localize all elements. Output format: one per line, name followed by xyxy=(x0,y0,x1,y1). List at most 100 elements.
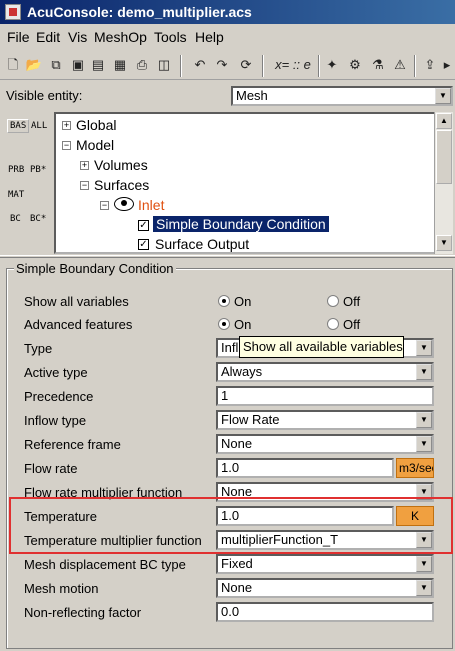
tree-node-global[interactable]: Global xyxy=(76,117,116,133)
archive-icon[interactable]: ▦ xyxy=(110,55,130,75)
collapse-global-icon[interactable]: + xyxy=(62,121,71,130)
show-all-variables-label: Show all variables xyxy=(24,294,129,309)
save-icon[interactable]: ▣ xyxy=(68,55,88,75)
scroll-up-icon[interactable]: ▲ xyxy=(436,113,452,129)
run-tool-icon[interactable]: ⚠ xyxy=(390,55,410,75)
mesh-motion-select[interactable]: None ▼ xyxy=(216,578,434,598)
surface-output-checkbox[interactable]: ✓ xyxy=(138,239,149,250)
collapse-surfaces-icon[interactable]: − xyxy=(80,181,89,190)
active-type-select[interactable]: Always ▼ xyxy=(216,362,434,382)
expression-icon[interactable]: x= :: e xyxy=(270,55,316,75)
tab-bc-star[interactable]: BC* xyxy=(30,214,46,224)
inflow-type-select[interactable]: Flow Rate ▼ xyxy=(216,410,434,430)
window-title: AcuConsole: demo_multiplier.acs xyxy=(27,4,252,20)
tree-node-surfaces[interactable]: Surfaces xyxy=(94,177,149,193)
toolbar-separator xyxy=(180,55,182,77)
show-all-off-radio[interactable] xyxy=(327,295,339,307)
solver-tool-icon[interactable]: ⚗ xyxy=(368,55,388,75)
tree-scrollbar[interactable]: ▲ ▼ xyxy=(434,112,453,254)
menu-meshop[interactable]: MeshOp xyxy=(94,29,147,45)
show-all-on-radio[interactable] xyxy=(218,295,230,307)
refresh-icon[interactable]: ⟳ xyxy=(236,55,256,75)
more-icon[interactable]: ▸ xyxy=(440,55,454,75)
mesh-displacement-select[interactable]: Fixed ▼ xyxy=(216,554,434,574)
window-icon[interactable]: ◫ xyxy=(154,55,174,75)
mesh-motion-label: Mesh motion xyxy=(24,581,99,596)
tab-bc[interactable]: BC xyxy=(10,214,21,224)
collapse-inlet-icon[interactable]: − xyxy=(100,201,109,210)
panel-title: Simple Boundary Condition xyxy=(14,261,176,276)
show-all-on-label[interactable]: On xyxy=(234,294,251,309)
menu-vis[interactable]: Vis xyxy=(68,29,87,45)
menu-help[interactable]: Help xyxy=(195,29,224,45)
chevron-down-icon[interactable]: ▼ xyxy=(416,580,432,596)
tab-all[interactable]: ALL xyxy=(31,121,47,131)
chevron-down-icon[interactable]: ▼ xyxy=(416,340,432,356)
show-all-off-label[interactable]: Off xyxy=(343,294,360,309)
flow-rate-input[interactable]: 1.0 xyxy=(216,458,394,478)
geometry-tool-icon[interactable]: ⚙ xyxy=(345,55,365,75)
scroll-down-icon[interactable]: ▼ xyxy=(436,235,452,251)
tree-node-surface-output[interactable]: Surface Output xyxy=(155,236,249,252)
tree-node-inlet[interactable]: Inlet xyxy=(138,197,164,213)
tab-pb-star[interactable]: PB* xyxy=(30,165,46,175)
menu-tools[interactable]: Tools xyxy=(154,29,187,45)
visible-entity-select[interactable]: Mesh ▼ xyxy=(231,86,453,106)
advanced-on-label[interactable]: On xyxy=(234,317,251,332)
menu-file[interactable]: File xyxy=(7,29,30,45)
toolbar: 🗋 📂 ⧉ ▣ ▤ ▦ ⎙ ◫ ↶ ↷ ⟳ x= :: e ✦ ⚙ ⚗ ⚠ ⇪ … xyxy=(0,52,455,80)
undo-icon[interactable]: ↶ xyxy=(190,55,210,75)
sbc-checkbox[interactable]: ✓ xyxy=(138,220,149,231)
chevron-down-icon[interactable]: ▼ xyxy=(416,436,432,452)
tab-prb[interactable]: PRB xyxy=(8,165,24,175)
tree-node-model[interactable]: Model xyxy=(76,137,114,153)
save-as-icon[interactable]: ▤ xyxy=(88,55,108,75)
non-reflecting-label: Non-reflecting factor xyxy=(24,605,142,620)
reference-frame-select[interactable]: None ▼ xyxy=(216,434,434,454)
expand-volumes-icon[interactable]: + xyxy=(80,161,89,170)
type-label: Type xyxy=(24,341,53,356)
model-tree[interactable]: + Global − Model + Volumes − Surfaces − … xyxy=(54,112,438,254)
non-reflecting-input[interactable]: 0.0 xyxy=(216,602,434,622)
new-file-icon[interactable]: 🗋 xyxy=(3,55,23,75)
splitter[interactable] xyxy=(0,255,455,258)
chevron-down-icon[interactable]: ▼ xyxy=(416,556,432,572)
visible-entity-value: Mesh xyxy=(236,88,268,103)
advanced-on-radio[interactable] xyxy=(218,318,230,330)
type-value: Infl xyxy=(221,340,239,355)
toolbar-separator xyxy=(262,55,264,77)
mesh-tool-icon[interactable]: ✦ xyxy=(322,55,342,75)
advanced-off-radio[interactable] xyxy=(327,318,339,330)
chevron-down-icon[interactable]: ▼ xyxy=(416,412,432,428)
menu-bar: File Edit Vis MeshOp Tools Help xyxy=(0,26,455,48)
redo-icon[interactable]: ↷ xyxy=(212,55,232,75)
tree-node-simple-boundary-condition[interactable]: Simple Boundary Condition xyxy=(152,215,330,233)
mesh-displacement-label: Mesh displacement BC type xyxy=(24,557,186,572)
inflow-type-label: Inflow type xyxy=(24,413,87,428)
advanced-features-label: Advanced features xyxy=(24,317,133,332)
precedence-input[interactable]: 1 xyxy=(216,386,434,406)
export-icon[interactable]: ⇪ xyxy=(420,55,440,75)
flow-rate-label: Flow rate xyxy=(24,461,78,476)
visibility-eye-icon[interactable] xyxy=(114,197,134,211)
menu-edit[interactable]: Edit xyxy=(36,29,60,45)
chevron-down-icon[interactable]: ▼ xyxy=(416,364,432,380)
reference-frame-label: Reference frame xyxy=(24,437,121,452)
inflow-type-value: Flow Rate xyxy=(221,412,280,427)
active-type-label: Active type xyxy=(24,365,88,380)
advanced-off-label[interactable]: Off xyxy=(343,317,360,332)
title-bar: AcuConsole: demo_multiplier.acs xyxy=(0,0,455,24)
precedence-label: Precedence xyxy=(24,389,94,404)
print-icon[interactable]: ⎙ xyxy=(132,55,152,75)
tab-bas[interactable]: BAS xyxy=(7,119,30,133)
tooltip: Show all available variables xyxy=(239,336,404,358)
chevron-down-icon[interactable]: ▼ xyxy=(435,88,451,104)
import-icon[interactable]: ⧉ xyxy=(46,55,66,75)
open-folder-icon[interactable]: 📂 xyxy=(24,55,44,75)
flow-rate-unit-button[interactable]: m3/sec xyxy=(396,458,434,478)
collapse-model-icon[interactable]: − xyxy=(62,141,71,150)
scroll-thumb[interactable] xyxy=(436,130,452,184)
tree-node-volumes[interactable]: Volumes xyxy=(94,157,148,173)
app-icon xyxy=(5,4,21,20)
tab-mat[interactable]: MAT xyxy=(8,190,24,200)
